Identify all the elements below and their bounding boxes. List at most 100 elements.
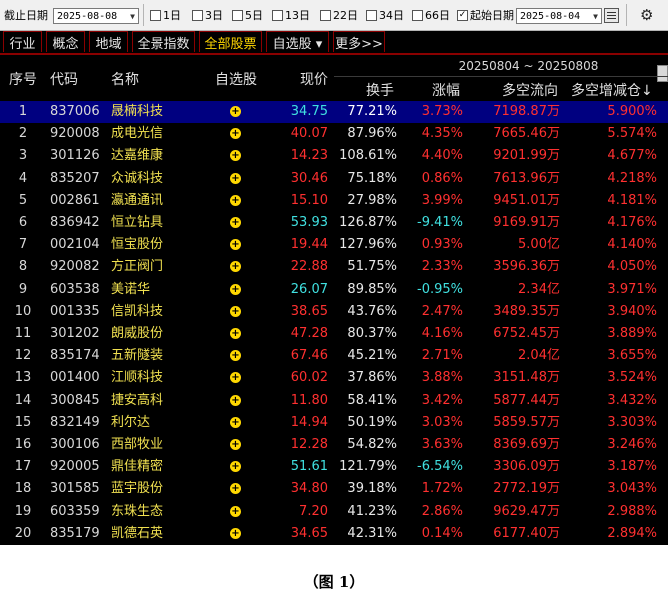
table-row[interactable]: 3 301126 达嘉维康 +14.23 108.61% 4.40% 9201.99万 4.6… [0, 145, 668, 167]
plus-circle-icon[interactable]: + [230, 217, 241, 228]
header-turnover[interactable]: 换手 [366, 80, 394, 100]
plus-circle-icon[interactable]: + [230, 372, 241, 384]
header-watchlist[interactable]: 自选股 [215, 69, 257, 89]
tab-watchlist[interactable]: 自选股 ▾ [266, 31, 329, 52]
capital-flow-value: 5859.57 [493, 414, 547, 430]
header-flow-change[interactable]: 多空增减仓↓ [571, 80, 653, 100]
plus-circle-icon[interactable]: + [230, 239, 241, 251]
plus-circle-icon[interactable]: + [230, 328, 241, 339]
start-date-picker[interactable]: 2025-08-04 ▼ [516, 8, 602, 24]
stock-code: 301126 [50, 148, 100, 164]
stock-price: 30.46 [290, 170, 328, 186]
calendar-icon[interactable] [604, 8, 619, 23]
flow-change-pct: 4.181% [607, 192, 657, 208]
table-row[interactable]: 14 300845 捷安高科 +11.80 58.41% 3.42% 5877.44万 3.4… [0, 390, 668, 412]
plus-circle-icon[interactable]: + [230, 461, 241, 473]
tab-concept[interactable]: 概念 [46, 31, 85, 52]
capital-flow-value: 3596.36 [493, 259, 547, 275]
toolbar-divider [626, 4, 627, 26]
table-row[interactable]: 10 001335 信凯科技 +38.65 43.76% 2.47% 3489.35万 3.9… [0, 301, 668, 323]
checkbox-34d[interactable]: 34日 [366, 0, 404, 30]
table-row[interactable]: 17 920005 鼎佳精密 +51.61 121.79% -6.54% 3306.09万 3… [0, 456, 668, 478]
table-row[interactable]: 9 603538 美诺华 +26.07 89.85% -0.95% 2.34亿 3.971% [0, 279, 668, 301]
checkbox-label: 起始日期 [470, 9, 514, 22]
plus-circle-icon[interactable]: + [230, 128, 241, 140]
gear-icon[interactable]: ⚙ [640, 0, 653, 30]
chevron-down-icon: ▼ [130, 11, 135, 21]
checkbox-22d[interactable]: 22日 [320, 0, 358, 30]
tab-scroll-handle[interactable] [657, 65, 668, 82]
tab-all-stocks[interactable]: 全部股票 [199, 31, 262, 52]
plus-circle-icon[interactable]: + [230, 194, 241, 206]
checkbox-13d[interactable]: 13日 [272, 0, 310, 30]
plus-circle-icon[interactable]: + [230, 416, 241, 428]
checkbox-start-date[interactable]: ✓ 起始日期 [457, 0, 514, 30]
stock-price: 15.10 [290, 192, 328, 208]
checkbox-1d[interactable]: 1日 [150, 0, 181, 30]
plus-circle-icon[interactable]: + [230, 350, 241, 362]
tab-panorama-index[interactable]: 全景指数 [132, 31, 195, 52]
capital-flow-unit: 万 [546, 148, 560, 164]
header-name[interactable]: 名称 [111, 69, 139, 89]
stock-name: 美诺华 [111, 281, 151, 297]
plus-circle-icon[interactable]: + [230, 439, 241, 450]
flow-change-pct: 5.900% [607, 104, 657, 119]
checkbox-box[interactable] [272, 9, 283, 21]
change-pct: 0.93% [421, 237, 463, 253]
capital-flow: 3489.35万 [470, 301, 560, 323]
table-row[interactable]: 2 920008 成电光信 +40.07 87.96% 4.35% 7665.46万 5.57… [0, 123, 668, 145]
checkbox-box[interactable] [366, 9, 377, 21]
table-row[interactable]: 5 002861 瀛通通讯 +15.10 27.98% 3.99% 9451.01万 4.18… [0, 190, 668, 212]
plus-circle-icon[interactable]: + [230, 261, 241, 273]
table-row[interactable]: 4 835207 众诚科技 +30.46 75.18% 0.86% 7613.96万 4.21… [0, 168, 668, 190]
table-row[interactable]: 11 301202 朗威股份 +47.28 80.37% 4.16% 6752.45万 3.8… [0, 323, 668, 345]
tab-region[interactable]: 地域 [89, 31, 128, 52]
checkbox-5d[interactable]: 5日 [232, 0, 263, 30]
plus-circle-icon[interactable]: + [230, 150, 241, 162]
header-flow[interactable]: 多空流向 [502, 80, 558, 100]
plus-circle-icon[interactable]: + [230, 505, 241, 517]
plus-circle-icon[interactable]: + [230, 305, 241, 317]
table-row[interactable]: 12 835174 五新隧装 +67.46 45.21% 2.71% 2.04亿 3.655% [0, 345, 668, 367]
change-pct: -9.41% [417, 215, 463, 230]
plus-circle-icon[interactable]: + [230, 172, 241, 184]
table-row[interactable]: 16 300106 西部牧业 +12.28 54.82% 3.63% 8369.69万 3.2… [0, 434, 668, 456]
tab-industry[interactable]: 行业 [3, 31, 42, 52]
table-row[interactable]: 18 301585 蓝宇股份 +34.80 39.18% 1.72% 2772.19万 3.0… [0, 478, 668, 500]
checkbox-3d[interactable]: 3日 [192, 0, 223, 30]
tab-more[interactable]: 更多>> [333, 31, 385, 52]
plus-circle-icon[interactable]: + [230, 527, 241, 539]
chevron-down-icon: ▼ [593, 11, 598, 21]
table-row[interactable]: 15 832149 利尔达 +14.94 50.19% 3.03% 5859.57万 3.30… [0, 412, 668, 434]
checkbox-66d[interactable]: 66日 [412, 0, 450, 30]
header-code[interactable]: 代码 [50, 69, 78, 89]
plus-circle-icon[interactable]: + [230, 483, 241, 495]
plus-circle-icon[interactable]: + [230, 106, 241, 117]
stock-name: 众诚科技 [111, 170, 164, 186]
check-icon[interactable]: ✓ [457, 9, 468, 21]
capital-flow: 5877.44万 [470, 390, 560, 412]
header-seq[interactable]: 序号 [9, 69, 37, 89]
checkbox-box[interactable] [412, 9, 423, 21]
table-row[interactable]: 20 835179 凯德石英 +34.65 42.31% 0.14% 6177.40万 2.8… [0, 523, 668, 545]
header-change[interactable]: 涨幅 [432, 80, 460, 100]
end-date-picker[interactable]: 2025-08-08 ▼ [53, 8, 139, 24]
table-row[interactable]: 6 836942 恒立钻具 +53.93 126.87% -9.41% 9169.91万 4.… [0, 212, 668, 234]
stock-name: 朗威股份 [111, 326, 164, 341]
checkbox-box[interactable] [150, 9, 161, 21]
turnover-rate: 121.79% [339, 459, 397, 475]
table-row[interactable]: 8 920082 方正阀门 +22.88 51.75% 2.33% 3596.36万 4.05… [0, 256, 668, 278]
table-row[interactable]: 7 002104 恒宝股份 +19.44 127.96% 0.93% 5.00亿 4.140% [0, 234, 668, 256]
change-pct: 4.35% [421, 126, 463, 142]
checkbox-box[interactable] [232, 9, 243, 21]
stock-code: 836942 [50, 215, 100, 230]
table-row[interactable]: 19 603359 东珠生态 +7.20 41.23% 2.86% 9629.47万 2.98… [0, 501, 668, 523]
checkbox-box[interactable] [320, 9, 331, 21]
table-row[interactable]: 1 837006 晟楠科技 +34.75 77.21% 3.73% 7198.87万 5.90… [0, 101, 668, 123]
table-row[interactable]: 13 001400 江顺科技 +60.02 37.86% 3.88% 3151.48万 3.5… [0, 367, 668, 389]
checkbox-box[interactable] [192, 9, 203, 21]
header-price[interactable]: 现价 [300, 69, 328, 89]
plus-circle-icon[interactable]: + [230, 394, 241, 406]
turnover-rate: 58.41% [347, 392, 397, 408]
plus-circle-icon[interactable]: + [230, 283, 241, 295]
